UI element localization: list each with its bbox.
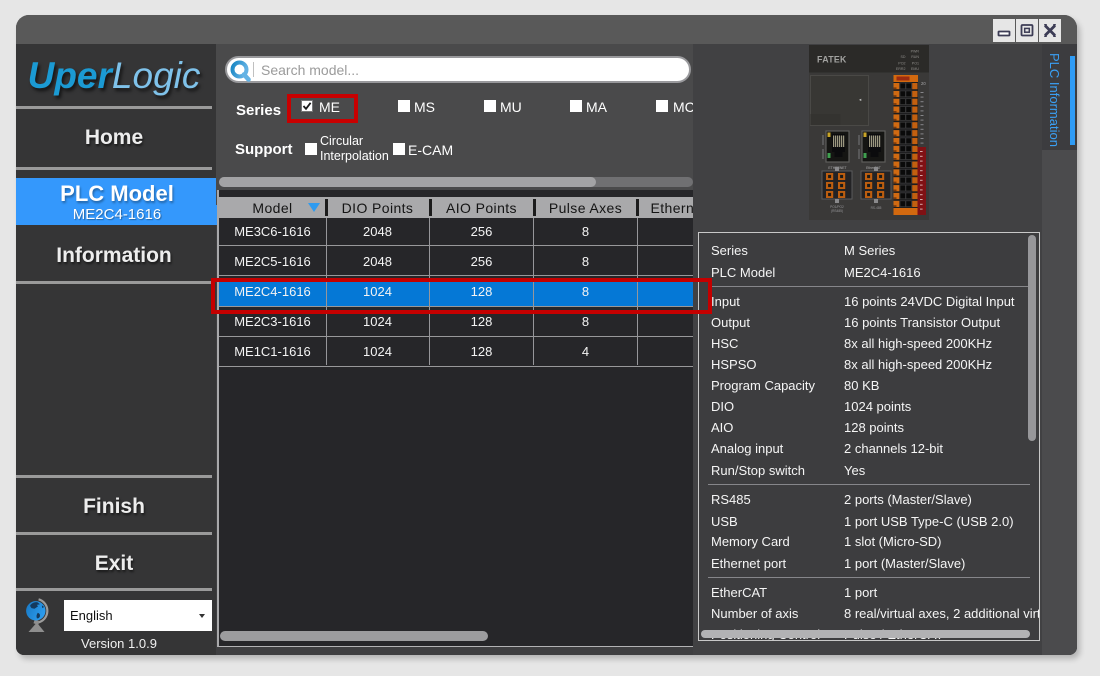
svg-text:PWR: PWR [911,50,920,54]
svg-text:EtherCAT: EtherCAT [866,166,881,170]
svg-text:SD: SD [901,55,906,59]
svg-text:PO1: PO1 [912,61,919,65]
svg-text:ERR2: ERR2 [896,67,906,71]
svg-text:FATEK: FATEK [817,55,847,65]
svg-text:PO2: PO2 [898,61,905,65]
svg-text:EMU: EMU [911,67,919,71]
svg-text:RUN: RUN [911,55,919,59]
svg-text:RS-485: RS-485 [871,206,882,210]
svg-text:(RS485): (RS485) [831,209,843,213]
svg-text:20: 20 [921,81,926,86]
